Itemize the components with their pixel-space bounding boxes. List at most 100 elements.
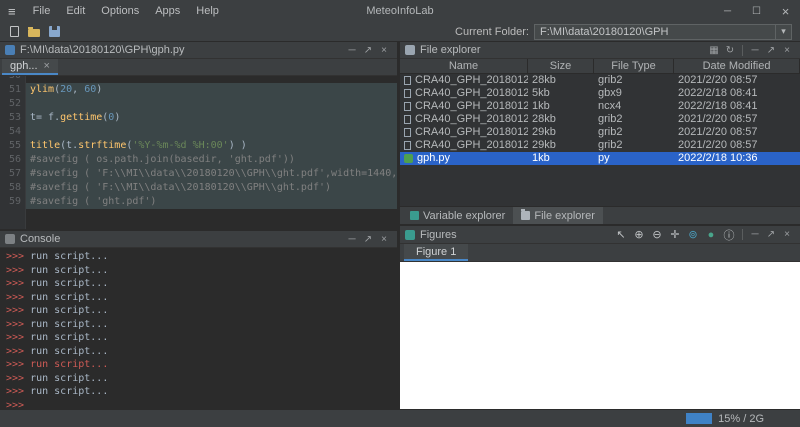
current-folder-combobox[interactable]: F:\MI\data\20180120\GPH ▾ bbox=[534, 24, 792, 40]
menu-apps[interactable]: Apps bbox=[147, 0, 188, 22]
table-row[interactable]: CRA40_GPH_2018012...28kbgrib22021/2/20 0… bbox=[400, 74, 800, 87]
console-line: >>> run script... bbox=[6, 264, 397, 278]
console-text: run script... bbox=[24, 319, 108, 330]
table-row[interactable]: CRA40_GPH_2018012...5kbgbx92022/2/18 08:… bbox=[400, 87, 800, 100]
console-line: >>> run script... bbox=[6, 277, 397, 291]
console-body[interactable]: >>> run script...>>> run script...>>> ru… bbox=[0, 248, 397, 409]
code-line[interactable]: 56#savefig ( os.path.join(basedir, 'ght.… bbox=[0, 153, 397, 167]
minimize-button[interactable]: ─ bbox=[713, 0, 742, 22]
menu-options[interactable]: Options bbox=[93, 0, 147, 22]
console-text: run script... bbox=[24, 265, 108, 276]
tab-variable-explorer[interactable]: Variable explorer bbox=[402, 207, 513, 224]
file-size-cell: 5kb bbox=[528, 87, 594, 100]
panel-float-icon[interactable]: ↗ bbox=[360, 234, 376, 245]
memory-usage-bar bbox=[686, 413, 712, 424]
console-text: run script... bbox=[24, 278, 108, 289]
tab-close-icon[interactable]: × bbox=[44, 58, 50, 74]
close-button[interactable]: × bbox=[771, 0, 800, 22]
folder-icon bbox=[405, 45, 415, 55]
panel-float-icon[interactable]: ↗ bbox=[763, 45, 779, 56]
file-name: CRA40_GPH_2018012... bbox=[415, 139, 528, 152]
console-title: Console bbox=[20, 233, 60, 245]
table-row[interactable]: gph.py1kbpy2022/2/18 10:36 bbox=[400, 152, 800, 165]
code-lines: 5051ylim(20, 60)5253t= f.gettime(0)5455t… bbox=[0, 76, 397, 209]
console-prompt: >>> bbox=[6, 346, 24, 357]
column-header-date-modified[interactable]: Date Modified bbox=[674, 59, 800, 73]
file-size-cell: 29kb bbox=[528, 126, 594, 139]
column-header-name[interactable]: Name bbox=[400, 59, 528, 73]
panel-float-icon[interactable]: ↗ bbox=[763, 229, 779, 240]
full-extent-icon[interactable]: ⊚ bbox=[684, 228, 702, 241]
explorer-tabs: Variable explorer File explorer bbox=[400, 206, 800, 224]
line-number: 51 bbox=[0, 83, 26, 97]
editor-tab-gph[interactable]: gph... × bbox=[2, 59, 58, 75]
table-row[interactable]: CRA40_GPH_2018012...29kbgrib22021/2/20 0… bbox=[400, 139, 800, 152]
panel-minimize-icon[interactable]: ─ bbox=[747, 45, 763, 56]
panel-close-icon[interactable]: × bbox=[779, 45, 795, 56]
date-modified-cell: 2021/2/20 08:57 bbox=[674, 126, 800, 139]
editor-panel-controls: ─ ↗ × bbox=[344, 45, 392, 56]
panel-close-icon[interactable]: × bbox=[376, 234, 392, 245]
maximize-button[interactable]: ☐ bbox=[742, 0, 771, 22]
code-line[interactable]: 58#savefig ( 'F:\\MI\\data\\20180120\\GP… bbox=[0, 181, 397, 195]
identify-icon[interactable]: ● bbox=[702, 229, 720, 241]
python-file-icon bbox=[5, 45, 15, 55]
divider bbox=[742, 45, 743, 56]
figures-header: Figures ↖⊕⊖✛⊚●ⓘ ─ ↗ × bbox=[400, 226, 800, 244]
save-button[interactable] bbox=[45, 23, 63, 41]
code-line[interactable]: 59#savefig ( 'ght.pdf') bbox=[0, 195, 397, 209]
code-editor[interactable]: 5051ylim(20, 60)5253t= f.gettime(0)5455t… bbox=[0, 76, 397, 229]
code-text: title(t.strftime('%Y-%m-%d %H:00') ) bbox=[26, 139, 397, 153]
file-name-cell: CRA40_GPH_2018012... bbox=[400, 113, 528, 126]
menu-edit[interactable]: Edit bbox=[58, 0, 93, 22]
code-line[interactable]: 55title(t.strftime('%Y-%m-%d %H:00') ) bbox=[0, 139, 397, 153]
panel-close-icon[interactable]: × bbox=[376, 45, 392, 56]
console-text: run script... bbox=[24, 332, 108, 343]
table-body[interactable]: CRA40_GPH_2018012...28kbgrib22021/2/20 0… bbox=[400, 74, 800, 206]
date-modified-cell: 2022/2/18 10:36 bbox=[674, 152, 800, 165]
code-line[interactable]: 50 bbox=[0, 76, 397, 83]
code-line[interactable]: 52 bbox=[0, 97, 397, 111]
menu-help[interactable]: Help bbox=[188, 0, 227, 22]
titlebar: ≡ FileEditOptionsAppsHelp MeteoInfoLab ─… bbox=[0, 0, 800, 22]
column-header-file-type[interactable]: File Type bbox=[594, 59, 674, 73]
refresh-icon[interactable]: ↻ bbox=[722, 45, 738, 56]
column-header-size[interactable]: Size bbox=[528, 59, 594, 73]
console-line: >>> run script... bbox=[6, 385, 397, 399]
chevron-down-icon[interactable]: ▾ bbox=[775, 25, 791, 39]
open-file-button[interactable] bbox=[25, 23, 43, 41]
layout-icon[interactable]: ▦ bbox=[706, 45, 722, 56]
console-text: run script... bbox=[24, 359, 108, 370]
date-modified-cell: 2022/2/18 08:41 bbox=[674, 87, 800, 100]
table-row[interactable]: CRA40_GPH_2018012...29kbgrib22021/2/20 0… bbox=[400, 126, 800, 139]
new-file-button[interactable] bbox=[5, 23, 23, 41]
table-row[interactable]: CRA40_GPH_2018012...28kbgrib22021/2/20 0… bbox=[400, 113, 800, 126]
hamburger-icon[interactable]: ≡ bbox=[0, 4, 25, 19]
zoom-in-icon[interactable]: ⊕ bbox=[630, 228, 648, 241]
menu-file[interactable]: File bbox=[25, 0, 59, 22]
info-icon[interactable]: ⓘ bbox=[720, 227, 738, 243]
line-number: 53 bbox=[0, 111, 26, 125]
code-line[interactable]: 54 bbox=[0, 125, 397, 139]
tab-label: File explorer bbox=[534, 210, 595, 222]
table-row[interactable]: CRA40_GPH_2018012...1kbncx42022/2/18 08:… bbox=[400, 100, 800, 113]
grid-icon bbox=[410, 211, 419, 220]
pan-hand-icon[interactable]: ✛ bbox=[666, 228, 684, 241]
panel-minimize-icon[interactable]: ─ bbox=[344, 45, 360, 56]
code-line[interactable]: 53t= f.gettime(0) bbox=[0, 111, 397, 125]
zoom-out-icon[interactable]: ⊖ bbox=[648, 228, 666, 241]
select-arrow-icon[interactable]: ↖ bbox=[612, 228, 630, 241]
new-file-icon bbox=[10, 26, 19, 37]
code-line[interactable]: 57#savefig ( 'F:\\MI\\data\\20180120\\GP… bbox=[0, 167, 397, 181]
console-line: >>> run script... bbox=[6, 345, 397, 359]
tab-file-explorer[interactable]: File explorer bbox=[513, 207, 603, 224]
file-icon bbox=[404, 89, 411, 98]
code-line[interactable]: 51ylim(20, 60) bbox=[0, 83, 397, 97]
figure-canvas[interactable] bbox=[400, 262, 800, 409]
panel-float-icon[interactable]: ↗ bbox=[360, 45, 376, 56]
panel-minimize-icon[interactable]: ─ bbox=[747, 229, 763, 240]
panel-minimize-icon[interactable]: ─ bbox=[344, 234, 360, 245]
file-explorer-controls: ▦ ↻ ─ ↗ × bbox=[706, 45, 795, 56]
tab-figure-1[interactable]: Figure 1 bbox=[404, 244, 468, 261]
panel-close-icon[interactable]: × bbox=[779, 229, 795, 240]
